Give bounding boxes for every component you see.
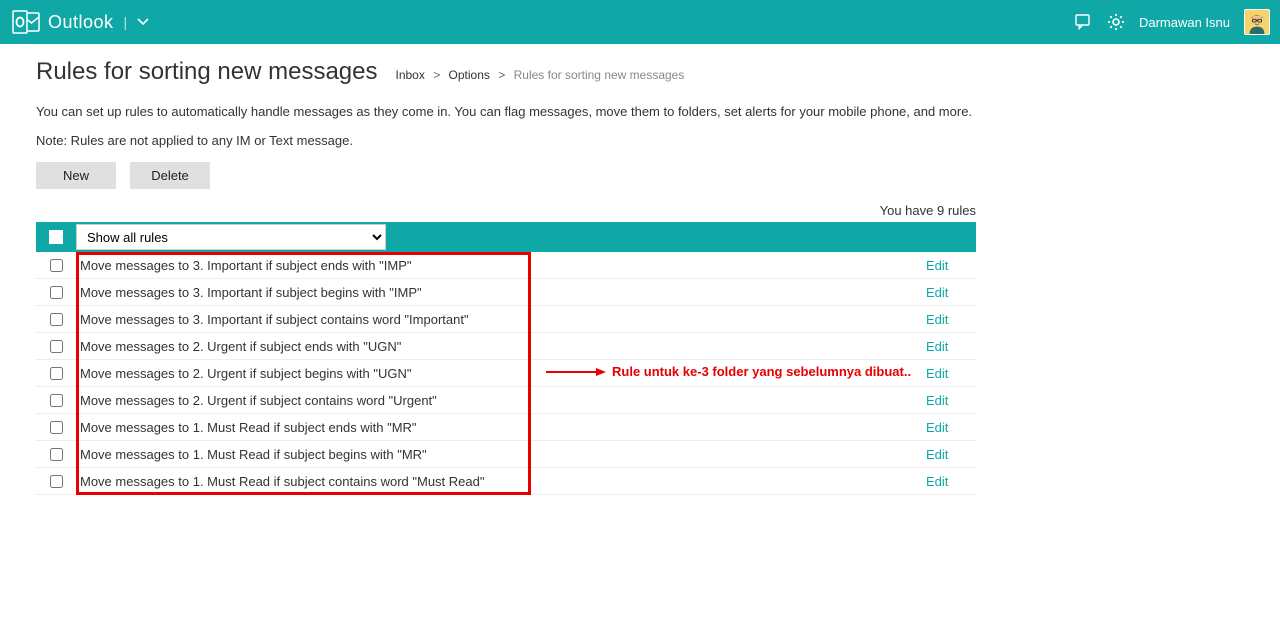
edit-cell: Edit <box>926 312 976 327</box>
row-checkbox-cell <box>36 286 76 299</box>
table-row: Move messages to 3. Important if subject… <box>36 252 976 279</box>
row-checkbox[interactable] <box>50 367 63 380</box>
title-row: Rules for sorting new messages Inbox > O… <box>36 58 1244 86</box>
rule-description: Move messages to 1. Must Read if subject… <box>76 474 926 489</box>
table-row: Move messages to 2. Urgent if subject be… <box>36 360 976 387</box>
edit-link[interactable]: Edit <box>926 339 948 354</box>
table-row: Move messages to 1. Must Read if subject… <box>36 468 976 495</box>
edit-link[interactable]: Edit <box>926 420 948 435</box>
rules-table: Show all rules Move messages to 3. Impor… <box>36 222 976 495</box>
content: Rules for sorting new messages Inbox > O… <box>0 44 1280 525</box>
row-checkbox-cell <box>36 340 76 353</box>
row-checkbox[interactable] <box>50 394 63 407</box>
row-checkbox[interactable] <box>50 340 63 353</box>
breadcrumb-current: Rules for sorting new messages <box>514 68 685 82</box>
filter-cell: Show all rules <box>76 224 386 250</box>
table-row: Move messages to 3. Important if subject… <box>36 279 976 306</box>
breadcrumb-sep: > <box>433 68 440 82</box>
select-all-checkbox[interactable] <box>49 230 63 244</box>
gear-icon[interactable] <box>1107 13 1125 31</box>
topbar-right: Darmawan Isnu <box>1075 9 1270 35</box>
rule-count: You have 9 rules <box>36 203 976 218</box>
avatar[interactable] <box>1244 9 1270 35</box>
row-checkbox[interactable] <box>50 421 63 434</box>
edit-cell: Edit <box>926 420 976 435</box>
edit-link[interactable]: Edit <box>926 258 948 273</box>
edit-cell: Edit <box>926 393 976 408</box>
table-row: Move messages to 2. Urgent if subject en… <box>36 333 976 360</box>
rule-description: Move messages to 2. Urgent if subject be… <box>76 366 926 381</box>
row-checkbox[interactable] <box>50 286 63 299</box>
row-checkbox-cell <box>36 448 76 461</box>
brand-name[interactable]: Outlook <box>48 12 114 33</box>
row-checkbox-cell <box>36 421 76 434</box>
topbar-left: Outlook | <box>12 10 149 34</box>
intro-text: You can set up rules to automatically ha… <box>36 104 1244 119</box>
topbar: Outlook | Darmawan Isnu <box>0 0 1280 44</box>
breadcrumb-options[interactable]: Options <box>449 68 490 82</box>
breadcrumb-sep: > <box>498 68 505 82</box>
brand-divider: | <box>124 14 128 30</box>
rule-description: Move messages to 2. Urgent if subject co… <box>76 393 926 408</box>
rule-description: Move messages to 2. Urgent if subject en… <box>76 339 926 354</box>
row-checkbox-cell <box>36 259 76 272</box>
row-checkbox-cell <box>36 313 76 326</box>
row-checkbox-cell <box>36 394 76 407</box>
edit-cell: Edit <box>926 366 976 381</box>
edit-cell: Edit <box>926 285 976 300</box>
filter-select[interactable]: Show all rules <box>76 224 386 250</box>
rule-description: Move messages to 1. Must Read if subject… <box>76 420 926 435</box>
rules-body: Move messages to 3. Important if subject… <box>36 252 976 495</box>
row-checkbox[interactable] <box>50 259 63 272</box>
rule-description: Move messages to 3. Important if subject… <box>76 258 926 273</box>
username[interactable]: Darmawan Isnu <box>1139 15 1230 30</box>
button-row: New Delete <box>36 162 1244 189</box>
new-button[interactable]: New <box>36 162 116 189</box>
breadcrumb: Inbox > Options > Rules for sorting new … <box>395 68 684 82</box>
edit-link[interactable]: Edit <box>926 447 948 462</box>
table-row: Move messages to 2. Urgent if subject co… <box>36 387 976 414</box>
rule-description: Move messages to 3. Important if subject… <box>76 312 926 327</box>
outlook-logo-icon[interactable] <box>12 10 40 34</box>
rule-description: Move messages to 1. Must Read if subject… <box>76 447 926 462</box>
row-checkbox[interactable] <box>50 448 63 461</box>
table-row: Move messages to 1. Must Read if subject… <box>36 414 976 441</box>
edit-link[interactable]: Edit <box>926 285 948 300</box>
header-spacer <box>386 222 976 252</box>
edit-link[interactable]: Edit <box>926 474 948 489</box>
row-checkbox[interactable] <box>50 313 63 326</box>
edit-cell: Edit <box>926 474 976 489</box>
delete-button[interactable]: Delete <box>130 162 210 189</box>
edit-cell: Edit <box>926 258 976 273</box>
edit-cell: Edit <box>926 339 976 354</box>
chevron-down-icon[interactable] <box>137 15 149 29</box>
row-checkbox[interactable] <box>50 475 63 488</box>
page-title: Rules for sorting new messages <box>36 58 377 86</box>
table-row: Move messages to 1. Must Read if subject… <box>36 441 976 468</box>
breadcrumb-inbox[interactable]: Inbox <box>395 68 424 82</box>
edit-link[interactable]: Edit <box>926 393 948 408</box>
messaging-icon[interactable] <box>1075 13 1093 31</box>
edit-link[interactable]: Edit <box>926 312 948 327</box>
rule-description: Move messages to 3. Important if subject… <box>76 285 926 300</box>
select-all-cell <box>36 222 76 252</box>
table-row: Move messages to 3. Important if subject… <box>36 306 976 333</box>
edit-cell: Edit <box>926 447 976 462</box>
table-header: Show all rules <box>36 222 976 252</box>
row-checkbox-cell <box>36 367 76 380</box>
row-checkbox-cell <box>36 475 76 488</box>
edit-link[interactable]: Edit <box>926 366 948 381</box>
note-text: Note: Rules are not applied to any IM or… <box>36 133 1244 148</box>
